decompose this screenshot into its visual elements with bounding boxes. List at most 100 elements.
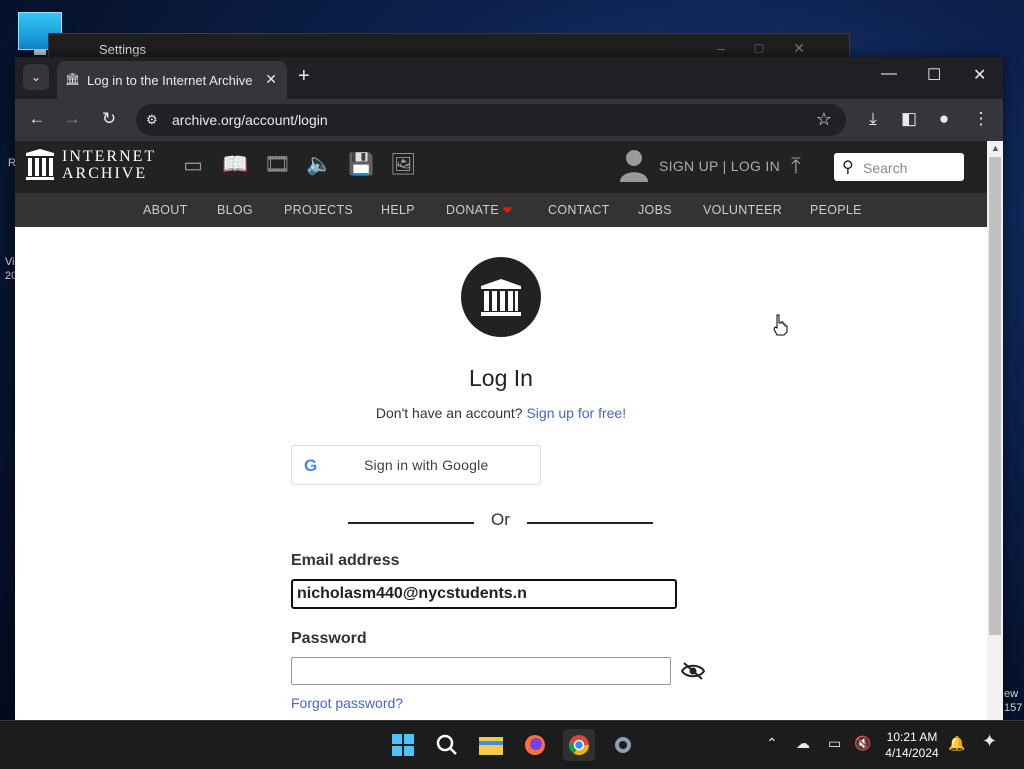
software-floppy-icon[interactable]: 💾 bbox=[348, 153, 374, 177]
wordmark-line1: INTERNET bbox=[62, 148, 157, 165]
chrome-taskbar-icon[interactable] bbox=[563, 729, 595, 761]
ia-top-bar: INTERNET ARCHIVE ▭ 📖 🎞 🔈 💾 🖼 SIGN UP | L… bbox=[15, 141, 987, 193]
wordmark-line2: ARCHIVE bbox=[62, 165, 148, 182]
password-field[interactable] bbox=[291, 657, 671, 685]
firefox-icon[interactable] bbox=[519, 729, 551, 761]
nav-donate[interactable]: DONATE ❤ bbox=[446, 203, 512, 217]
google-signin-label: Sign in with Google bbox=[364, 457, 489, 473]
tab-close-icon[interactable]: ✕ bbox=[265, 71, 277, 88]
maximize-icon[interactable]: ☐ bbox=[927, 65, 941, 85]
windows-taskbar: ⌃ ☁ ▭ 🔇 10:21 AM 4/14/2024 🔔 ✦ bbox=[0, 720, 1024, 769]
nav-projects[interactable]: PROJECTS bbox=[284, 203, 353, 217]
onedrive-cloud-icon[interactable]: ☁ bbox=[796, 735, 810, 752]
google-g-icon: G bbox=[304, 456, 318, 475]
forgot-password-link[interactable]: Forgot password? bbox=[291, 695, 403, 711]
chrome-logo-icon bbox=[568, 735, 589, 755]
ia-search-box[interactable]: ⚲ bbox=[834, 153, 964, 181]
archive-building-icon bbox=[481, 279, 521, 316]
window-close-icon[interactable]: ✕ bbox=[973, 65, 986, 85]
archive-favicon-icon: 🏛 bbox=[65, 72, 81, 86]
settings-gear-icon[interactable] bbox=[607, 729, 639, 761]
internet-archive-logo-icon[interactable] bbox=[25, 149, 55, 181]
email-field[interactable] bbox=[291, 579, 677, 609]
signup-link[interactable]: Sign up for free! bbox=[526, 405, 626, 421]
magnifier-icon bbox=[436, 734, 457, 755]
tab-title: Log in to the Internet Archive bbox=[87, 73, 253, 88]
display-icon[interactable]: ▭ bbox=[828, 735, 841, 752]
or-divider-text: Or bbox=[491, 510, 510, 529]
user-icon[interactable] bbox=[619, 149, 649, 183]
no-account-label: Don't have an account? bbox=[375, 405, 523, 421]
password-label: Password bbox=[291, 630, 367, 647]
download-icon[interactable]: ⤓ bbox=[862, 109, 884, 129]
audio-speaker-icon[interactable]: 🔈 bbox=[306, 153, 332, 177]
no-account-text: Don't have an account? Sign up for free! bbox=[15, 405, 987, 421]
divider-left bbox=[348, 522, 474, 524]
forward-arrow-icon[interactable]: → bbox=[61, 109, 83, 129]
scrollbar-thumb[interactable] bbox=[989, 157, 1001, 635]
clock-time: 10:21 AM bbox=[886, 730, 938, 744]
settings-window-controls: –□✕ bbox=[717, 40, 835, 56]
new-tab-plus-icon[interactable]: + bbox=[298, 65, 310, 88]
profile-avatar-icon[interactable]: ● bbox=[933, 109, 955, 129]
images-icon[interactable]: 🖼 bbox=[390, 153, 417, 177]
site-info-icon[interactable]: ⚙ bbox=[146, 112, 158, 128]
search-icon: ⚲ bbox=[842, 159, 854, 176]
browser-toolbar: ← → ↻ ⚙ archive.org/account/login ☆ ⤓ ◧ … bbox=[15, 99, 1003, 141]
email-label: Email address bbox=[291, 552, 400, 569]
tab-login[interactable]: 🏛 Log in to the Internet Archive ✕ bbox=[57, 61, 287, 99]
volume-muted-icon[interactable]: 🔇 bbox=[854, 735, 871, 752]
page-content: INTERNET ARCHIVE ▭ 📖 🎞 🔈 💾 🖼 SIGN UP | L… bbox=[15, 141, 987, 720]
start-windows-icon[interactable] bbox=[387, 729, 419, 761]
nav-blog[interactable]: BLOG bbox=[217, 203, 253, 217]
nav-people[interactable]: PEOPLE bbox=[810, 203, 862, 217]
ia-nav-bar: ABOUT BLOG PROJECTS HELP DONATE ❤ CONTAC… bbox=[15, 193, 987, 227]
back-arrow-icon[interactable]: ← bbox=[26, 109, 48, 129]
side-panel-icon[interactable]: ◧ bbox=[898, 109, 920, 129]
nav-about[interactable]: ABOUT bbox=[143, 203, 188, 217]
video-film-icon[interactable]: 🎞 bbox=[264, 153, 291, 177]
heart-icon: ❤ bbox=[502, 205, 513, 217]
desktop-edge-text: 157 bbox=[1004, 702, 1023, 714]
page-title: Log In bbox=[469, 365, 533, 391]
search-input[interactable] bbox=[861, 158, 960, 178]
tray-chevron-up-icon[interactable]: ⌃ bbox=[766, 735, 778, 752]
file-explorer-icon[interactable] bbox=[475, 729, 507, 761]
hand-cursor-icon bbox=[773, 314, 788, 336]
upload-icon[interactable]: ⤒ bbox=[791, 153, 801, 179]
nav-help[interactable]: HELP bbox=[381, 203, 415, 217]
copilot-icon[interactable]: ✦ bbox=[982, 731, 997, 752]
archive-logo-circle bbox=[461, 257, 541, 337]
nav-donate-label: DONATE bbox=[446, 203, 499, 217]
nav-jobs[interactable]: JOBS bbox=[638, 203, 672, 217]
browser-titlebar: ⌄ 🏛 Log in to the Internet Archive ✕ + —… bbox=[15, 57, 1003, 99]
windows-logo-icon bbox=[392, 734, 414, 756]
address-bar[interactable]: ⚙ archive.org/account/login ☆ bbox=[136, 104, 846, 136]
clock[interactable]: 10:21 AM 4/14/2024 bbox=[876, 729, 948, 761]
signup-login-link[interactable]: SIGN UP | LOG IN bbox=[659, 158, 780, 174]
reload-icon[interactable]: ↻ bbox=[98, 109, 120, 129]
show-password-eye-icon[interactable] bbox=[681, 661, 705, 681]
firefox-logo-icon bbox=[525, 735, 545, 755]
web-icon[interactable]: ▭ bbox=[180, 153, 206, 177]
chrome-menu-icon[interactable]: ⋮ bbox=[970, 109, 992, 129]
notification-bell-icon[interactable]: 🔔 bbox=[948, 735, 965, 752]
nav-volunteer[interactable]: VOLUNTEER bbox=[703, 203, 782, 217]
minimize-icon[interactable]: — bbox=[881, 65, 897, 83]
scroll-up-arrow-icon[interactable]: ▲ bbox=[991, 143, 1000, 153]
bookmark-star-icon[interactable]: ☆ bbox=[816, 109, 832, 130]
page-scrollbar[interactable]: ▲ bbox=[987, 141, 1003, 720]
divider-right bbox=[527, 522, 653, 524]
gear-icon bbox=[615, 737, 631, 753]
ia-wordmark[interactable]: INTERNET ARCHIVE bbox=[62, 148, 156, 182]
url-text: archive.org/account/login bbox=[172, 112, 328, 128]
nav-contact[interactable]: CONTACT bbox=[548, 203, 610, 217]
settings-window-title: Settings bbox=[99, 42, 146, 57]
search-taskbar-icon[interactable] bbox=[431, 729, 463, 761]
folder-icon bbox=[479, 737, 503, 755]
texts-book-icon[interactable]: 📖 bbox=[222, 153, 248, 177]
chrome-window: ⌄ 🏛 Log in to the Internet Archive ✕ + —… bbox=[15, 57, 1003, 720]
google-signin-button[interactable]: G Sign in with Google bbox=[291, 445, 541, 485]
tab-search-chevron-icon[interactable]: ⌄ bbox=[23, 64, 49, 90]
desktop-edge-text: ew bbox=[1004, 688, 1019, 700]
